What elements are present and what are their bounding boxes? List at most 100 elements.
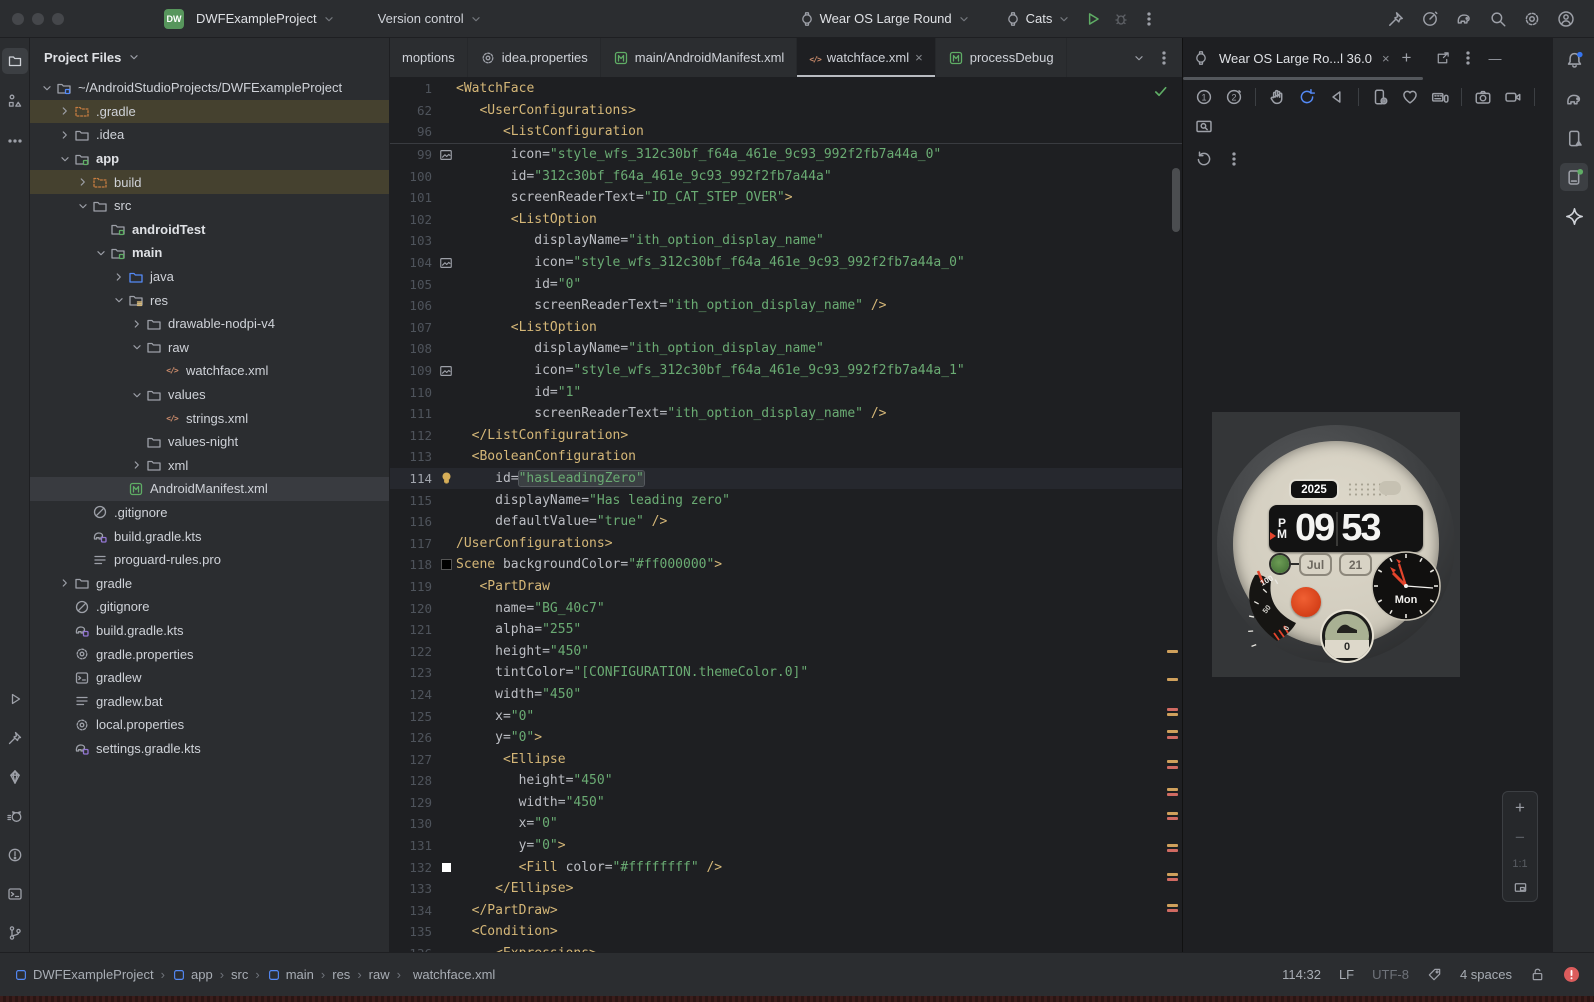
tree-row[interactable]: app (30, 147, 389, 171)
phone-gear-icon[interactable] (1367, 84, 1393, 110)
encoding[interactable]: UTF-8 (1372, 967, 1409, 982)
tree-row[interactable]: drawable-nodpi-v4 (30, 312, 389, 336)
zoom-out-icon[interactable]: − (1515, 828, 1525, 848)
tree-row[interactable]: values-night (30, 430, 389, 454)
chevron-down-icon[interactable] (92, 245, 109, 261)
stripe-mark[interactable] (1167, 760, 1178, 763)
more-actions-button[interactable] (1135, 5, 1163, 33)
close-device-tab-icon[interactable]: × (1382, 51, 1390, 66)
tool-more-icon[interactable] (2, 128, 28, 154)
zoom-ratio-label[interactable]: 1:1 (1512, 858, 1527, 870)
open-in-window-icon[interactable] (1435, 51, 1450, 66)
stripe-mark[interactable] (1167, 849, 1178, 852)
camera-icon[interactable] (1470, 84, 1496, 110)
stripe-mark[interactable] (1167, 873, 1178, 876)
tree-row[interactable]: settings.gradle.kts (30, 737, 389, 761)
sync-elephant-icon[interactable] (1450, 5, 1478, 33)
gemini-icon[interactable] (1560, 202, 1588, 230)
rotate-icon[interactable] (1294, 84, 1320, 110)
hand-icon[interactable] (1264, 84, 1290, 110)
stripe-mark[interactable] (1167, 766, 1178, 769)
inlay-tag-icon[interactable] (1427, 967, 1442, 982)
hide-panel-icon[interactable]: — (1488, 51, 1501, 66)
editor-scrollbar[interactable] (1172, 168, 1180, 232)
tool-problems-icon[interactable] (2, 842, 28, 868)
editor-tab-moptions[interactable]: moptions (390, 38, 468, 77)
minimize-window-icon[interactable] (32, 12, 44, 25)
chevron-right-icon[interactable] (110, 269, 127, 285)
tree-row[interactable]: main (30, 241, 389, 265)
code-editor[interactable]: 1 <WatchFace 62 <UserConfigurations> 96 <List… (390, 78, 1182, 952)
editor-tab-idea-properties[interactable]: idea.properties (468, 38, 601, 77)
chevron-right-icon[interactable] (74, 174, 91, 190)
close-tab-icon[interactable]: × (915, 50, 923, 65)
tree-row[interactable]: proguard-rules.pro (30, 548, 389, 572)
tree-row[interactable]: </> watchface.xml (30, 359, 389, 383)
settings-icon[interactable] (1518, 5, 1546, 33)
breadcrumb-item[interactable]: raw (369, 967, 390, 982)
heart-icon[interactable] (1397, 84, 1423, 110)
zoom-in-icon[interactable]: + (1515, 798, 1525, 818)
breadcrumb-item[interactable]: res (332, 967, 350, 982)
stripe-mark[interactable] (1167, 909, 1178, 912)
editor-tab-processdebug[interactable]: processDebug (936, 38, 1067, 77)
stripe-mark[interactable] (1167, 817, 1178, 820)
kebab-icon[interactable] (1221, 146, 1247, 172)
device-screen[interactable]: 2025 PM 09 53 Jul 21 Mon 100 50 0 0 (1212, 412, 1460, 677)
editor-tab-main-androidmanifest-xml[interactable]: main/AndroidManifest.xml (601, 38, 798, 77)
chevron-right-icon[interactable] (56, 127, 73, 143)
tree-row[interactable]: ~/AndroidStudioProjects/DWFExampleProjec… (30, 76, 389, 100)
bulb-icon[interactable] (436, 471, 456, 486)
inspections-ok-icon[interactable] (1153, 84, 1168, 99)
tree-row[interactable]: src (30, 194, 389, 218)
tree-row[interactable]: res (30, 288, 389, 312)
profiler-icon[interactable] (1416, 5, 1444, 33)
stripe-mark[interactable] (1167, 678, 1178, 681)
tree-row[interactable]: xml (30, 454, 389, 478)
device-manager-icon[interactable] (1560, 124, 1588, 152)
tree-row[interactable]: .gitignore (30, 595, 389, 619)
search-icon[interactable] (1484, 5, 1512, 33)
error-highlight-icon[interactable] (1563, 966, 1580, 983)
indent-setting[interactable]: 4 spaces (1460, 967, 1512, 982)
chevron-down-icon[interactable] (1132, 51, 1146, 65)
chevron-down-icon[interactable] (110, 292, 127, 308)
caret-position[interactable]: 114:32 (1282, 967, 1321, 982)
chevron-down-icon[interactable] (38, 80, 55, 96)
tree-row[interactable]: build.gradle.kts (30, 524, 389, 548)
tool-structure-icon[interactable] (2, 88, 28, 114)
run-config-selector[interactable]: Cats (997, 7, 1080, 31)
reset-icon[interactable] (1191, 146, 1217, 172)
tree-row[interactable]: .idea (30, 123, 389, 147)
bell-icon[interactable] (1560, 46, 1588, 74)
lock-icon[interactable] (1530, 967, 1545, 982)
tree-row[interactable]: gradlew (30, 666, 389, 690)
fit-to-window-icon[interactable] (1513, 880, 1528, 895)
tool-folder-icon[interactable] (2, 48, 28, 74)
stripe-mark[interactable] (1167, 708, 1178, 711)
stripe-mark[interactable] (1167, 713, 1178, 716)
chevron-right-icon[interactable] (56, 575, 73, 591)
keyboard-icon[interactable] (1427, 84, 1453, 110)
tree-row[interactable]: AndroidManifest.xml (30, 477, 389, 501)
more-options-icon[interactable] (1460, 50, 1476, 66)
tree-row[interactable]: build (30, 170, 389, 194)
breadcrumb-item[interactable]: app (172, 967, 213, 982)
breadcrumb-item[interactable]: watchface.xml (408, 967, 495, 982)
breadcrumb-item[interactable]: src (231, 967, 248, 982)
traffic-lights[interactable] (12, 12, 64, 25)
elephant-icon[interactable] (1560, 85, 1588, 113)
stripe-mark[interactable] (1167, 793, 1178, 796)
line-ending[interactable]: LF (1339, 967, 1354, 982)
stripe-mark[interactable] (1167, 650, 1178, 653)
running-devices-icon[interactable] (1560, 163, 1588, 191)
stripe-mark[interactable] (1167, 788, 1178, 791)
close-window-icon[interactable] (12, 12, 24, 25)
chevron-down-icon[interactable] (128, 339, 145, 355)
kebab-icon[interactable] (1156, 50, 1172, 66)
stripe-mark[interactable] (1167, 844, 1178, 847)
tree-row[interactable]: raw (30, 336, 389, 360)
tree-row[interactable]: local.properties (30, 713, 389, 737)
new-tab-icon[interactable]: + (1402, 48, 1412, 68)
stripe-mark[interactable] (1167, 730, 1178, 733)
